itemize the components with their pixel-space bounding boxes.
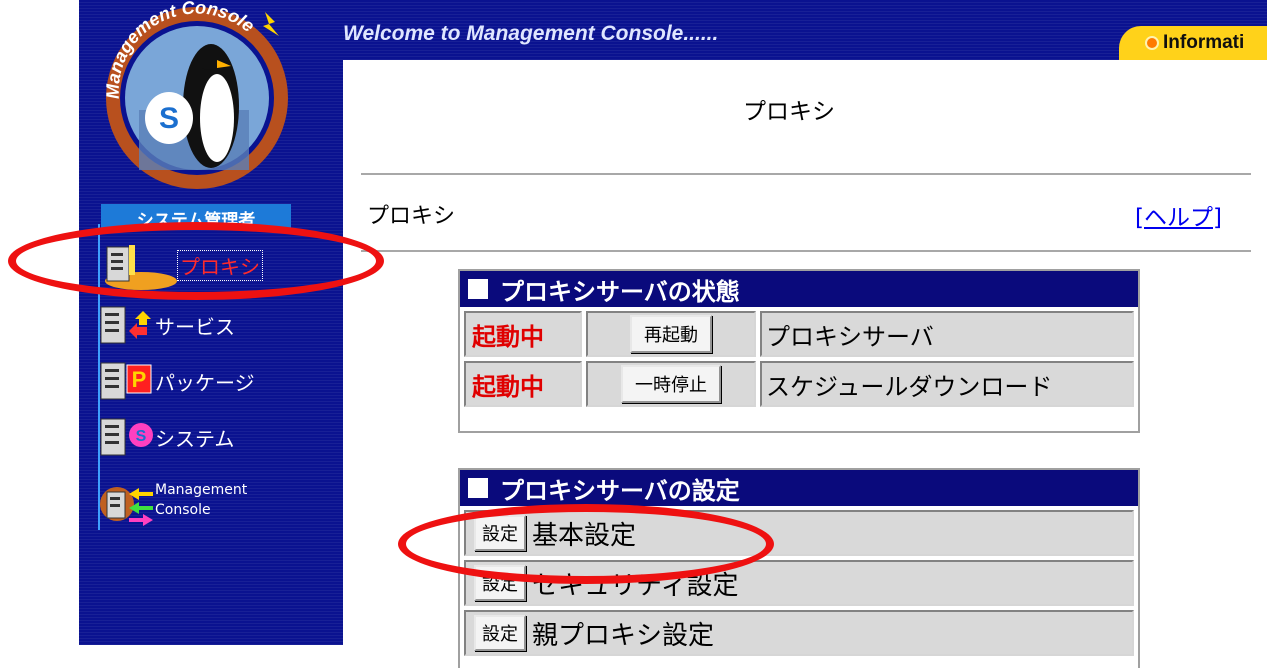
table-row: 起動中 一時停止 スケジュールダウンロード xyxy=(464,361,1134,407)
sidebar-item-system[interactable]: S システム xyxy=(99,412,234,462)
setting-name: 基本設定 xyxy=(532,520,637,551)
panel-header: プロキシサーバの状態 xyxy=(460,271,1138,307)
square-bullet-icon xyxy=(468,279,488,299)
sidebar-item-service[interactable]: サービス xyxy=(99,300,235,350)
package-icon: P xyxy=(99,359,155,403)
management-console-logo: S Management Console xyxy=(103,0,288,189)
role-label: システム管理者 xyxy=(101,204,291,230)
sidebar: S Management Console システム管理者 プロキシ サービス P… xyxy=(79,0,343,645)
setting-name: 親プロキシ設定 xyxy=(532,620,715,651)
sidebar-item-label: パッケージ xyxy=(155,370,255,395)
square-bullet-icon xyxy=(468,478,488,498)
restart-button[interactable]: 再起動 xyxy=(630,315,712,353)
page-title: プロキシ xyxy=(743,99,835,125)
sidebar-item-label: プロキシ xyxy=(177,249,263,281)
section-title: プロキシ xyxy=(367,204,456,229)
svg-text:S: S xyxy=(136,428,147,445)
service-name: プロキシサーバ xyxy=(760,311,1134,357)
status-label: 起動中 xyxy=(464,361,582,407)
welcome-text: Welcome to Management Console...... xyxy=(343,22,719,45)
svg-text:P: P xyxy=(132,367,147,392)
sidebar-item-package[interactable]: P パッケージ xyxy=(99,356,255,406)
system-icon: S xyxy=(99,415,155,459)
service-icon xyxy=(99,303,155,347)
table-row: 設定 セキュリティ設定 xyxy=(464,560,1134,606)
main-content: プロキシ プロキシ [ヘルプ] プロキシサーバの状態 起動中 再起動 プロキシサ… xyxy=(343,60,1267,668)
status-label: 起動中 xyxy=(464,311,582,357)
help-link[interactable]: [ヘルプ] xyxy=(1135,198,1222,232)
proxy-settings-panel: プロキシサーバの設定 設定 基本設定 設定 セキュリティ設定 設定 親プロキシ設… xyxy=(458,468,1140,668)
sidebar-item-management-console[interactable]: Management Console xyxy=(99,470,247,530)
proxy-status-panel: プロキシサーバの状態 起動中 再起動 プロキシサーバ 起動中 一時停止 スケジュ… xyxy=(458,269,1140,433)
settings-button-parent-proxy[interactable]: 設定 xyxy=(474,615,526,651)
table-row: 起動中 再起動 プロキシサーバ xyxy=(464,311,1134,357)
table-row: 設定 基本設定 xyxy=(464,510,1134,556)
pause-button[interactable]: 一時停止 xyxy=(621,365,721,403)
panel-title: プロキシサーバの設定 xyxy=(500,476,740,505)
bullet-icon xyxy=(1145,36,1159,50)
panel-header: プロキシサーバの設定 xyxy=(460,470,1138,506)
information-tab-label: Informati xyxy=(1163,32,1245,53)
sidebar-item-label: システム xyxy=(155,426,235,451)
settings-button-basic[interactable]: 設定 xyxy=(474,515,526,551)
sidebar-item-label: Management Console xyxy=(155,482,248,518)
header-bar: Welcome to Management Console...... Info… xyxy=(343,0,1267,66)
management-console-icon xyxy=(99,478,155,526)
service-name: スケジュールダウンロード xyxy=(760,361,1134,407)
panel-title: プロキシサーバの状態 xyxy=(500,277,740,306)
proxy-server-icon xyxy=(99,243,177,290)
sidebar-item-label: サービス xyxy=(155,314,235,339)
setting-name: セキュリティ設定 xyxy=(532,570,739,601)
sidebar-item-proxy[interactable]: プロキシ xyxy=(99,240,263,290)
divider xyxy=(361,173,1251,176)
divider xyxy=(361,250,1251,253)
svg-text:S: S xyxy=(159,102,179,135)
table-row: 設定 親プロキシ設定 xyxy=(464,610,1134,656)
settings-button-security[interactable]: 設定 xyxy=(474,565,526,601)
